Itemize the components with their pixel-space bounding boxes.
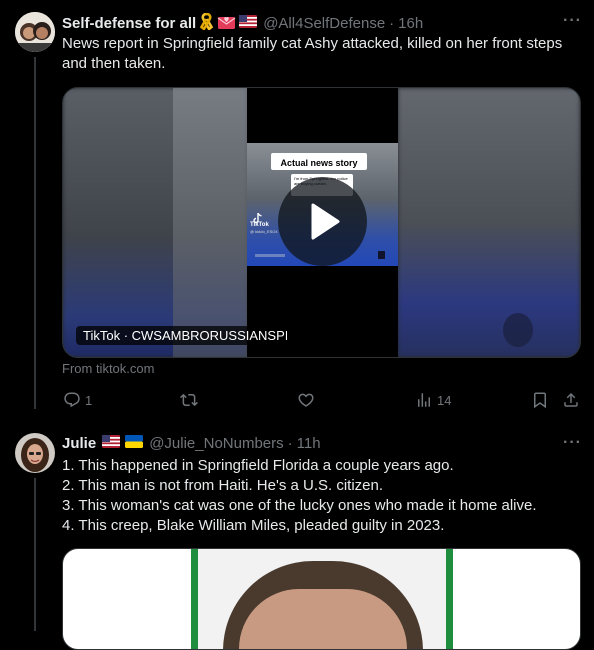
handle[interactable]: @Julie_NoNumbers [149,435,283,452]
share-icon [564,392,578,407]
video-blur-right [398,88,580,357]
mugshot-border-left [191,549,198,649]
separator-dot: · [389,15,395,32]
heart-icon [298,393,314,407]
display-name[interactable]: Julie [62,435,96,452]
ukraine-flag-emoji-icon [125,435,144,452]
video-blur-left-shade [173,88,247,357]
handle[interactable]: @All4SelfDefense [263,15,385,32]
views-button[interactable]: 14 [415,391,451,409]
tweet-line: 2. This man is not from Haiti. He's a U.… [62,477,384,494]
tweet-text: 1. This happened in Springfield Florida … [62,456,582,536]
avatar[interactable] [15,433,55,473]
play-button[interactable] [278,177,367,266]
analytics-icon [418,393,430,407]
video-brand: TikTok [250,222,269,228]
timestamp[interactable]: 16h [398,15,423,32]
tweet-line: 3. This woman's cat was one of the lucky… [62,497,537,514]
tweet-header: Self-defense for all @All4SelfDefense · … [62,12,423,34]
timestamp[interactable]: 11h [297,435,321,452]
reply-icon [64,392,80,408]
thread-line [34,478,36,631]
image-card[interactable] [62,548,581,650]
tweet-text: News report in Springfield family cat As… [62,35,563,72]
more-options-icon[interactable]: ··· [563,12,582,30]
heart-letter-emoji-icon [217,14,236,34]
tweet-line: 4. This creep, Blake William Miles, plea… [62,517,445,534]
reply-count: 1 [85,392,93,408]
video-headline-box: Actual news story [271,153,367,170]
us-flag-emoji-icon [239,15,258,32]
play-icon [311,203,340,240]
us-flag-emoji-icon [102,435,121,452]
views-count: 14 [437,392,452,408]
share-button[interactable] [562,391,580,409]
video-corner-icon [378,251,385,259]
video-card[interactable]: Actual news story I'm from Springfield. … [62,87,581,358]
retweet-button[interactable] [180,391,202,409]
bookmark-icon [534,392,546,409]
video-label-text: TikTok · CWSAMBRORUSSIANSPI [83,328,287,343]
tweet-header: Julie @Julie_NoNumbers · 11h [62,435,321,452]
more-options-icon[interactable]: ··· [563,434,582,452]
video-source-label: TikTok · CWSAMBRORUSSIANSPI [76,326,287,345]
ribbon-emoji-icon [199,12,214,34]
display-name[interactable]: Self-defense for all [62,15,196,32]
avatar[interactable] [15,12,55,52]
separator-dot: · [287,435,293,452]
video-frame: Actual news story I'm from Springfield. … [247,88,398,357]
retweet-icon [180,393,198,407]
video-headline: Actual news story [280,158,358,168]
video-blur-right-spot [503,313,533,347]
reply-button[interactable]: 1 [63,391,92,409]
like-button[interactable] [297,391,319,409]
bookmark-button[interactable] [531,391,549,409]
video-brand-handle: @ kiddo_ESO4 [250,229,278,234]
thread-line [34,57,36,409]
mugshot-border-right [446,549,453,649]
tweet-line: 1. This happened in Springfield Florida … [62,457,454,474]
link-source[interactable]: From tiktok.com [62,361,154,376]
